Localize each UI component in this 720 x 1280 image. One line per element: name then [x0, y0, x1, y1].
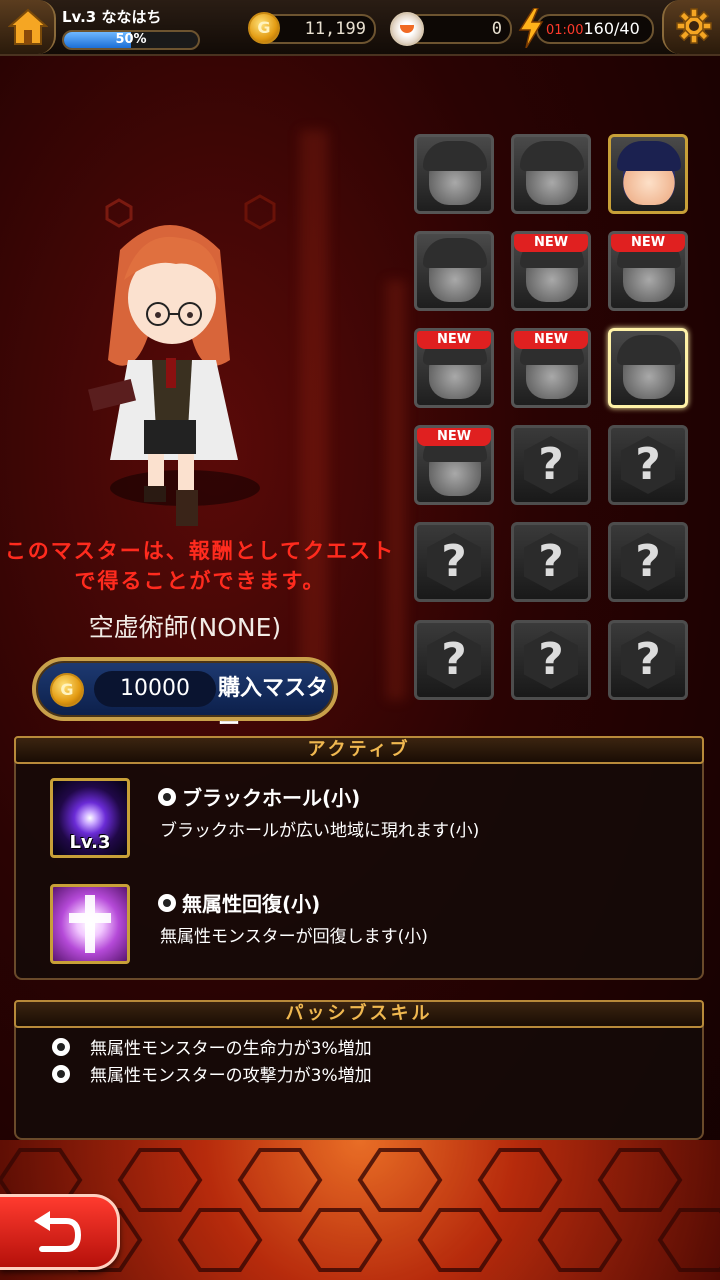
new-badge: NEW: [611, 234, 685, 252]
master-slot[interactable]: NEW: [414, 425, 494, 505]
radio-bullet-icon: [52, 1038, 70, 1056]
stamina-counter: 01:00160/40: [536, 14, 654, 44]
buy-label: 購入マスター: [218, 676, 329, 737]
lightning-icon: [518, 8, 544, 48]
new-badge: NEW: [417, 428, 491, 446]
portrait-hair: [617, 335, 681, 365]
player-level-name: Lv.3 ななはち: [62, 8, 162, 26]
locked-master-slot[interactable]: ?: [608, 425, 688, 505]
question-mark-icon: ?: [441, 536, 467, 587]
new-badge: NEW: [514, 331, 588, 349]
skill-level: Lv.3: [69, 832, 111, 853]
master-slot[interactable]: NEW: [608, 231, 688, 311]
question-mark-icon: ?: [635, 536, 661, 587]
radio-bullet-icon: [158, 788, 176, 806]
gold-coin-icon: G: [50, 673, 84, 707]
stamina-timer: 01:00: [546, 23, 584, 38]
question-mark-icon: ?: [635, 439, 661, 490]
locked-master-slot[interactable]: ?: [414, 522, 494, 602]
back-button[interactable]: [0, 1194, 120, 1270]
question-mark-icon: ?: [538, 439, 564, 490]
active-skills-panel: アクティブ Lv.3 ブラックホール(小) ブラックホールが広い地域に現れます(…: [14, 736, 704, 980]
locked-master-slot[interactable]: ?: [414, 620, 494, 700]
question-mark-icon: ?: [635, 634, 661, 685]
skill-name: ブラックホール(小): [182, 786, 361, 810]
question-mark-icon: ?: [538, 536, 564, 587]
master-character-portrait: [87, 225, 238, 526]
buy-master-button[interactable]: G 10000 購入マスター: [32, 657, 338, 737]
master-acquire-notice: このマスターは、報酬としてクエストで得ることができます。: [4, 539, 396, 593]
locked-master-slot[interactable]: ?: [608, 522, 688, 602]
passive-skills-header: パッシブスキル: [14, 1000, 704, 1028]
passive-item: 無属性モンスターの生命力が3%増加: [90, 1039, 372, 1059]
question-mark-icon: ?: [538, 634, 564, 685]
master-slot[interactable]: NEW: [414, 328, 494, 408]
locked-master-slot[interactable]: ?: [511, 425, 591, 505]
question-mark-icon: ?: [441, 634, 467, 685]
exp-bar: 50%: [62, 30, 200, 50]
master-slot[interactable]: NEW: [511, 328, 591, 408]
skill-description: 無属性モンスターが回復します(小): [160, 927, 428, 947]
passive-skills-panel: パッシブスキル 無属性モンスターの生命力が3%増加 無属性モンスターの攻撃力が3…: [14, 1000, 704, 1140]
master-slot[interactable]: NEW: [511, 231, 591, 311]
return-arrow-icon: [34, 1211, 82, 1252]
background-light-beam: [300, 130, 328, 690]
exp-percent: 50%: [115, 32, 147, 47]
gem-icon: [390, 12, 424, 46]
holy-cross-icon[interactable]: [50, 884, 130, 964]
master-slot[interactable]: [414, 134, 494, 214]
new-badge: NEW: [417, 331, 491, 349]
portrait-hair: [617, 141, 681, 171]
master-slot[interactable]: [608, 328, 688, 408]
top-bar: Lv.3 ななはち 50% 11,199 G 0 01:00160/40: [0, 0, 720, 56]
locked-master-slot[interactable]: ?: [608, 620, 688, 700]
home-icon: [8, 8, 48, 45]
settings-button[interactable]: [662, 0, 720, 54]
passive-item: 無属性モンスターの攻撃力が3%増加: [90, 1066, 372, 1086]
gold-coin-icon: G: [248, 12, 280, 44]
skill-name: 無属性回復(小): [182, 892, 321, 916]
radio-bullet-icon: [52, 1065, 70, 1083]
home-button[interactable]: [0, 0, 56, 54]
master-slot[interactable]: [511, 134, 591, 214]
blackhole-icon[interactable]: Lv.3: [50, 778, 130, 858]
master-name: 空虚術師(NONE): [88, 613, 282, 642]
master-slot[interactable]: [414, 231, 494, 311]
portrait-hair: [520, 141, 584, 171]
new-badge: NEW: [514, 234, 588, 252]
buy-price: 10000: [94, 671, 216, 707]
portrait-hair: [423, 238, 487, 268]
background-light-beam: [386, 280, 406, 700]
master-slot[interactable]: [608, 134, 688, 214]
locked-master-slot[interactable]: ?: [511, 620, 591, 700]
locked-master-slot[interactable]: ?: [511, 522, 591, 602]
cross-icon: [69, 895, 111, 953]
radio-bullet-icon: [158, 894, 176, 912]
portrait-hair: [423, 141, 487, 171]
stamina-value: 160/40: [583, 19, 640, 38]
gear-icon: [676, 8, 712, 44]
active-skills-header: アクティブ: [14, 736, 704, 764]
skill-description: ブラックホールが広い地域に現れます(小): [160, 821, 480, 841]
